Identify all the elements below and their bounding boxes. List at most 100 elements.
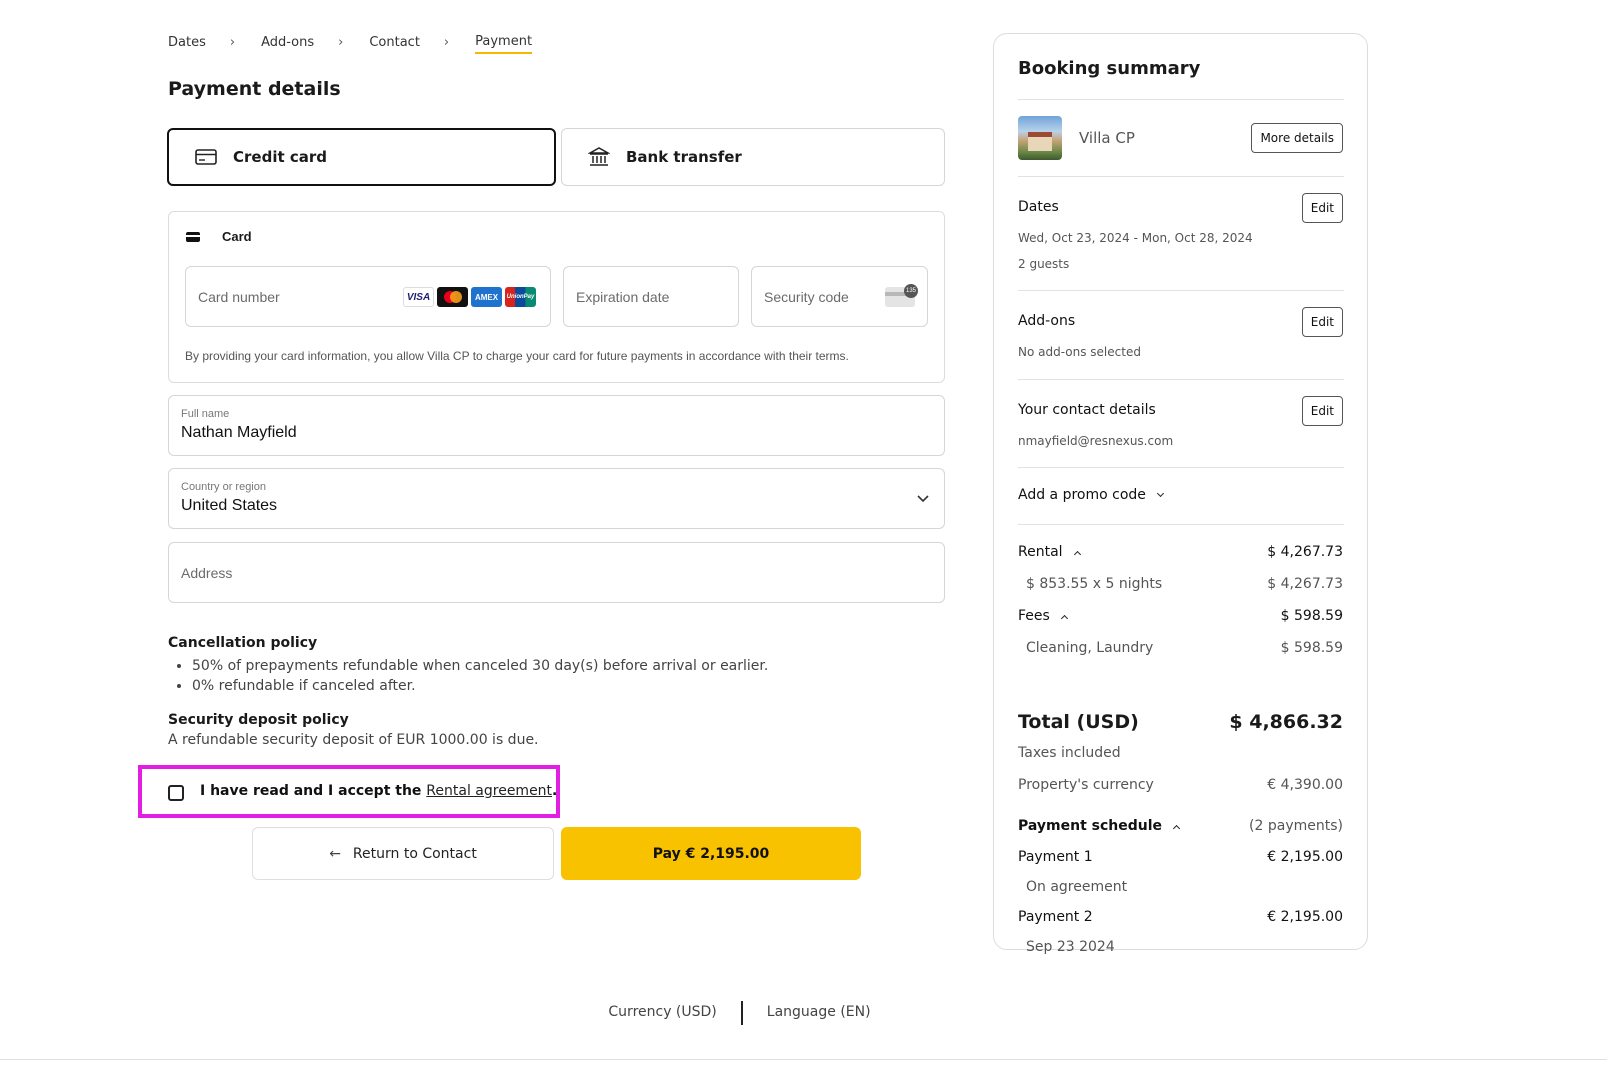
- more-details-button[interactable]: More details: [1251, 123, 1343, 153]
- card-consent-note: By providing your card information, you …: [185, 349, 849, 363]
- total-label: Total (USD): [1018, 711, 1139, 733]
- cvc-hint: 135: [904, 284, 918, 298]
- breadcrumb-separator: ›: [338, 35, 344, 50]
- currency-selector[interactable]: Currency (USD): [584, 1004, 740, 1025]
- card-section: Card Card number VISA AMEX UnionPay Expi…: [168, 211, 945, 383]
- property-thumbnail: [1018, 116, 1062, 160]
- security-code-input[interactable]: Security code 135: [751, 266, 928, 327]
- rental-detail: $ 853.55 x 5 nights: [1026, 576, 1163, 592]
- security-deposit-title: Security deposit policy: [168, 712, 349, 728]
- rental-toggle[interactable]: Rental: [1018, 544, 1081, 560]
- bank-icon: [588, 146, 610, 168]
- security-code-placeholder: Security code: [764, 288, 849, 305]
- divider: [1018, 467, 1344, 468]
- cvc-card-icon: 135: [885, 284, 918, 307]
- breadcrumb-contact[interactable]: Contact: [369, 35, 420, 53]
- country-select[interactable]: Country or region United States: [168, 468, 945, 529]
- payment-1-amount: € 2,195.00: [1267, 849, 1343, 865]
- breadcrumb-separator: ›: [443, 35, 450, 50]
- pay-button[interactable]: Pay € 2,195.00: [561, 827, 861, 880]
- chevron-up-icon: [1073, 550, 1081, 559]
- chevron-down-icon: [916, 491, 930, 510]
- edit-dates-button[interactable]: Edit: [1301, 193, 1343, 223]
- promo-code-label: Add a promo code: [1018, 487, 1146, 503]
- property-name: Villa CP: [1079, 129, 1135, 147]
- security-deposit-text: A refundable security deposit of EUR 100…: [168, 732, 539, 748]
- mastercard-icon: [437, 287, 468, 307]
- full-name-field[interactable]: Full name Nathan Mayfield: [168, 395, 945, 456]
- card-brands: VISA AMEX UnionPay: [403, 287, 536, 307]
- edit-contact-button[interactable]: Edit: [1301, 396, 1343, 426]
- booking-summary: Booking summary Villa CP More details Da…: [993, 33, 1368, 955]
- card-number-input[interactable]: Card number VISA AMEX UnionPay: [185, 266, 551, 327]
- expiration-date-input[interactable]: Expiration date: [563, 266, 739, 327]
- chevron-up-icon: [1172, 824, 1181, 833]
- taxes-note: Taxes included: [1018, 745, 1121, 761]
- chevron-down-icon: [1156, 489, 1164, 498]
- rental-agreement-link[interactable]: Rental agreement: [426, 783, 552, 799]
- unionpay-icon: UnionPay: [505, 287, 536, 307]
- country-value: United States: [181, 497, 278, 514]
- card-title-label: Card: [222, 229, 252, 244]
- contact-email: nmayfield@resnexus.com: [1018, 434, 1174, 448]
- guests-count: 2 guests: [1018, 257, 1070, 271]
- fees-amount: $ 598.59: [1280, 608, 1343, 624]
- property-currency-label: Property's currency: [1018, 777, 1154, 793]
- divider: [1018, 524, 1344, 525]
- card-number-placeholder: Card number: [198, 288, 280, 305]
- chevron-up-icon: [1060, 614, 1068, 623]
- booking-summary-title: Booking summary: [1018, 58, 1201, 79]
- fees-detail: Cleaning, Laundry: [1026, 640, 1154, 656]
- language-selector[interactable]: Language (EN): [743, 1004, 895, 1025]
- footer: Currency (USD) Language (EN): [0, 1001, 1607, 1025]
- total-amount: $ 4,866.32: [1229, 711, 1343, 733]
- cancellation-policy-list: 50% of prepayments refundable when cance…: [192, 656, 768, 696]
- footer-divider-line: [0, 1059, 1607, 1060]
- rental-amount: $ 4,267.73: [1267, 544, 1343, 560]
- address-placeholder: Address: [181, 565, 233, 581]
- breadcrumb-dates[interactable]: Dates: [168, 35, 206, 53]
- agreement-label: I have read and I accept the Rental agre…: [200, 783, 557, 799]
- fees-label: Fees: [1018, 608, 1050, 624]
- fees-detail-amount: $ 598.59: [1280, 640, 1343, 656]
- breadcrumb-payment[interactable]: Payment: [475, 34, 533, 54]
- card-section-title: Card: [186, 229, 252, 244]
- country-label: Country or region: [181, 481, 266, 493]
- edit-addons-button[interactable]: Edit: [1301, 307, 1343, 337]
- expiration-date-placeholder: Expiration date: [576, 288, 670, 305]
- credit-card-icon: [195, 149, 217, 165]
- payment-1-label: Payment 1: [1018, 849, 1093, 865]
- page-title: Payment details: [168, 78, 341, 100]
- addons-value: No add-ons selected: [1018, 345, 1141, 359]
- payment-2-amount: € 2,195.00: [1267, 909, 1343, 925]
- dates-range: Wed, Oct 23, 2024 - Mon, Oct 28, 2024: [1018, 231, 1253, 245]
- divider: [1018, 99, 1344, 100]
- payment-schedule-toggle[interactable]: Payment schedule: [1018, 818, 1181, 834]
- property-currency-amount: € 4,390.00: [1267, 777, 1343, 793]
- address-input[interactable]: Address: [168, 542, 945, 603]
- tab-bank-transfer[interactable]: Bank transfer: [561, 128, 945, 186]
- payment-2-label: Payment 2: [1018, 909, 1093, 925]
- visa-icon: VISA: [403, 287, 434, 307]
- tab-bank-transfer-label: Bank transfer: [626, 148, 742, 166]
- arrow-left-icon: ←: [329, 845, 341, 862]
- rental-label: Rental: [1018, 544, 1063, 560]
- divider: [1018, 379, 1344, 380]
- return-to-contact-button[interactable]: ← Return to Contact: [252, 827, 554, 880]
- divider: [1018, 290, 1344, 291]
- agreement-checkbox[interactable]: [168, 785, 184, 801]
- breadcrumb: Dates › Add-ons › Contact › Payment: [168, 34, 533, 54]
- payment-schedule-label: Payment schedule: [1018, 818, 1163, 834]
- rental-detail-amount: $ 4,267.73: [1267, 576, 1343, 592]
- tab-credit-card-label: Credit card: [233, 148, 327, 166]
- addons-label: Add-ons: [1018, 313, 1076, 329]
- divider: [1018, 176, 1344, 177]
- dates-label: Dates: [1018, 199, 1059, 215]
- return-button-label: Return to Contact: [352, 845, 477, 862]
- breadcrumb-addons[interactable]: Add-ons: [261, 35, 314, 53]
- full-name-value: Nathan Mayfield: [181, 424, 297, 441]
- fees-toggle[interactable]: Fees: [1018, 608, 1068, 624]
- promo-code-toggle[interactable]: Add a promo code: [1018, 487, 1164, 503]
- payment-count: (2 payments): [1249, 818, 1343, 834]
- tab-credit-card[interactable]: Credit card: [167, 128, 556, 186]
